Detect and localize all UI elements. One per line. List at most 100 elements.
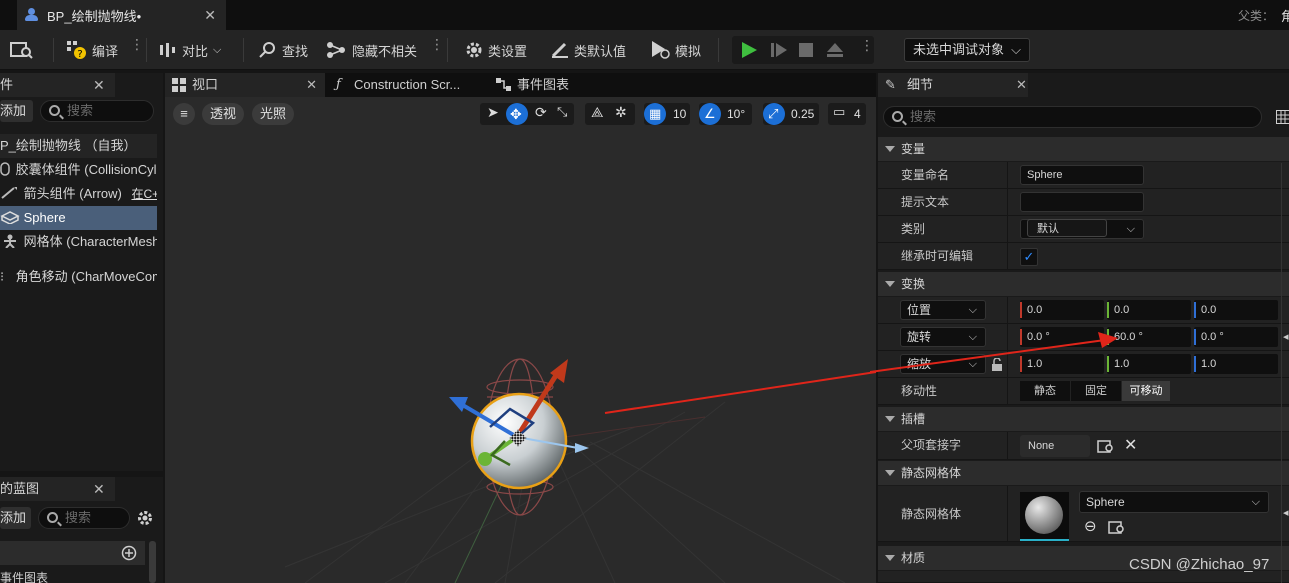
browse-socket-icon[interactable] [1097, 438, 1115, 454]
tab-construction-script[interactable]: ƒ Construction Scr... [328, 73, 468, 97]
add-member-button[interactable]: 添加 [0, 507, 31, 529]
parent-class-link[interactable]: 角 [1281, 6, 1289, 25]
location-z-value: 0.0 [1201, 304, 1217, 316]
mobility-stationary-button[interactable]: 固定 [1071, 381, 1121, 401]
close-panel-icon[interactable]: ✕ [93, 73, 105, 97]
lit-button[interactable]: 光照 [252, 103, 294, 125]
category-static-mesh[interactable]: 静态网格体 [878, 461, 1289, 485]
document-tab[interactable]: BP_绘制抛物线• ✕ [17, 0, 226, 30]
components-panel-header: 件 ✕ [0, 73, 115, 97]
mobility-static-button[interactable]: 静态 [1020, 381, 1070, 401]
location-z-field[interactable]: 0.0 [1194, 300, 1278, 320]
add-component-button[interactable]: 添加 [0, 100, 33, 122]
diff-button[interactable]: 对比 ⌵ [158, 39, 221, 61]
category-label: 变量 [901, 142, 926, 156]
details-scrollbar[interactable] [1281, 163, 1282, 583]
inherited-link[interactable]: 在C+ [131, 187, 157, 201]
camera-speed-group[interactable]: ▭ 4 [828, 103, 866, 125]
scale-snap-icon[interactable]: ⤢ [763, 103, 785, 125]
category-variable[interactable]: 变量 [878, 137, 1289, 161]
rotate-mode-icon[interactable]: ⟳ [535, 104, 547, 121]
reset-arrow-icon[interactable]: ◂ [1283, 330, 1289, 343]
stop-icon[interactable] [798, 42, 814, 58]
blueprint-icon [25, 8, 38, 22]
simulate-button[interactable]: 模拟 [650, 39, 701, 61]
scale-z-field[interactable]: 1.0 [1194, 354, 1278, 374]
component-row-self[interactable]: P_绘制抛物线 （自我） [0, 134, 157, 158]
scale-snap-group[interactable]: ⤢ 0.25 [763, 103, 819, 125]
close-tab-icon[interactable]: ✕ [204, 7, 216, 24]
world-coordinate-icon[interactable]: ⟁ [591, 104, 604, 121]
play-options-icon[interactable]: ⋮ [860, 38, 874, 52]
component-row-movement[interactable]: ⁝ 角色移动 (CharMoveCom [0, 265, 157, 289]
browse-asset-icon[interactable] [1108, 519, 1126, 535]
compile-label: 编译 [92, 43, 119, 59]
rotation-snap-group[interactable]: ∠ 10° [699, 103, 752, 125]
eject-icon[interactable] [826, 41, 844, 59]
find-options-icon[interactable]: ⋮ [430, 37, 444, 51]
add-circle-icon[interactable] [121, 545, 137, 561]
play-controls: ⋮ [732, 36, 874, 64]
category-select[interactable]: 默认 ⌵ [1020, 219, 1144, 239]
component-row-arrow[interactable]: 箭头组件 (Arrow) 在C+ [0, 182, 157, 206]
play-icon[interactable] [740, 41, 758, 59]
scrollbar[interactable] [149, 541, 156, 583]
tab-event-graph[interactable]: 事件图表 [488, 73, 608, 97]
mesh-thumbnail[interactable] [1020, 492, 1069, 541]
step-icon[interactable] [770, 41, 788, 59]
clear-icon[interactable]: ✕ [1124, 435, 1137, 455]
close-panel-icon[interactable]: ✕ [93, 477, 105, 501]
scale-mode-icon[interactable]: ⤡ [557, 104, 567, 120]
rotation-z-value: 0.0 ° [1201, 331, 1224, 343]
viewport-menu-button[interactable]: ≡ [173, 103, 195, 125]
tab-viewport[interactable]: 视口 ✕ [165, 73, 325, 97]
select-mode-icon[interactable]: ➤ [487, 104, 499, 121]
debug-object-select[interactable]: 未选中调试对象 ⌵ [904, 38, 1030, 62]
component-label: 网格体 (CharacterMesh [23, 234, 157, 249]
hide-unrelated-button[interactable]: 隐藏不相关 [326, 39, 417, 61]
gear-icon[interactable] [136, 509, 154, 527]
find-button[interactable]: 查找 [258, 39, 308, 61]
location-mode-select[interactable]: 位置 ⌵ [900, 300, 986, 320]
component-row-mesh[interactable]: 网格体 (CharacterMesh [0, 230, 157, 254]
scale-z-value: 1.0 [1201, 358, 1217, 370]
grid-snap-group[interactable]: ▦ 10 [644, 103, 690, 125]
class-defaults-button[interactable]: 类默认值 [550, 39, 626, 61]
close-tab-icon[interactable]: ✕ [1016, 73, 1027, 97]
translate-mode-icon[interactable]: ✥ [506, 103, 528, 125]
surface-snap-icon[interactable]: ✲ [615, 104, 627, 121]
rotation-snap-icon[interactable]: ∠ [699, 103, 721, 125]
variable-name-input[interactable]: Sphere [1020, 165, 1144, 185]
rotation-z-field[interactable]: 0.0 ° [1194, 327, 1278, 347]
component-row-capsule[interactable]: 胶囊体组件 (CollisionCylin [0, 158, 157, 182]
component-search-input[interactable]: 搜索 [40, 100, 154, 122]
browse-button[interactable] [10, 39, 34, 61]
compile-button[interactable]: ? 编译 [66, 39, 118, 61]
viewport-scene [284, 358, 876, 583]
level-viewport[interactable]: ≡ 透视 光照 ➤ ✥ ⟳ ⤡ ⟁ ✲ ▦ 10 ∠ 10° ⤢ 0.25 ▭ … [165, 97, 876, 583]
static-mesh-select[interactable]: Sphere ⌵ [1079, 491, 1269, 513]
location-x-field[interactable]: 0.0 [1020, 300, 1104, 320]
class-settings-button[interactable]: 类设置 [464, 39, 527, 61]
tooltip-input[interactable] [1020, 192, 1144, 212]
event-graph-item[interactable]: 事件图表 [0, 569, 48, 583]
editable-checkbox[interactable]: ✓ [1020, 248, 1038, 266]
property-label: 提示文本 [901, 195, 950, 209]
category-transform[interactable]: 变换 [878, 272, 1289, 296]
component-row-sphere[interactable]: Sphere [0, 206, 157, 230]
use-selected-asset-icon[interactable]: ⊖ [1084, 517, 1097, 535]
table-view-icon[interactable] [1276, 110, 1289, 124]
chevron-down-icon: ⌵ [213, 43, 222, 56]
perspective-button[interactable]: 透视 [202, 103, 244, 125]
grid-snap-icon[interactable]: ▦ [644, 103, 666, 125]
location-y-field[interactable]: 0.0 [1107, 300, 1191, 320]
close-tab-icon[interactable]: ✕ [306, 73, 317, 97]
reset-arrow-icon[interactable]: ◂ [1283, 506, 1289, 519]
details-search-input[interactable]: 搜索 [883, 106, 1262, 128]
category-sockets[interactable]: 插槽 [878, 407, 1289, 431]
tab-details[interactable]: ✎ 细节 ✕ [878, 73, 1028, 97]
my-blueprint-search-input[interactable]: 搜索 [38, 507, 130, 529]
mobility-movable-button[interactable]: 可移动 [1122, 381, 1170, 401]
property-row-variable-name: 变量命名 Sphere [878, 162, 1289, 189]
compile-options-icon[interactable]: ⋮ [130, 37, 144, 51]
